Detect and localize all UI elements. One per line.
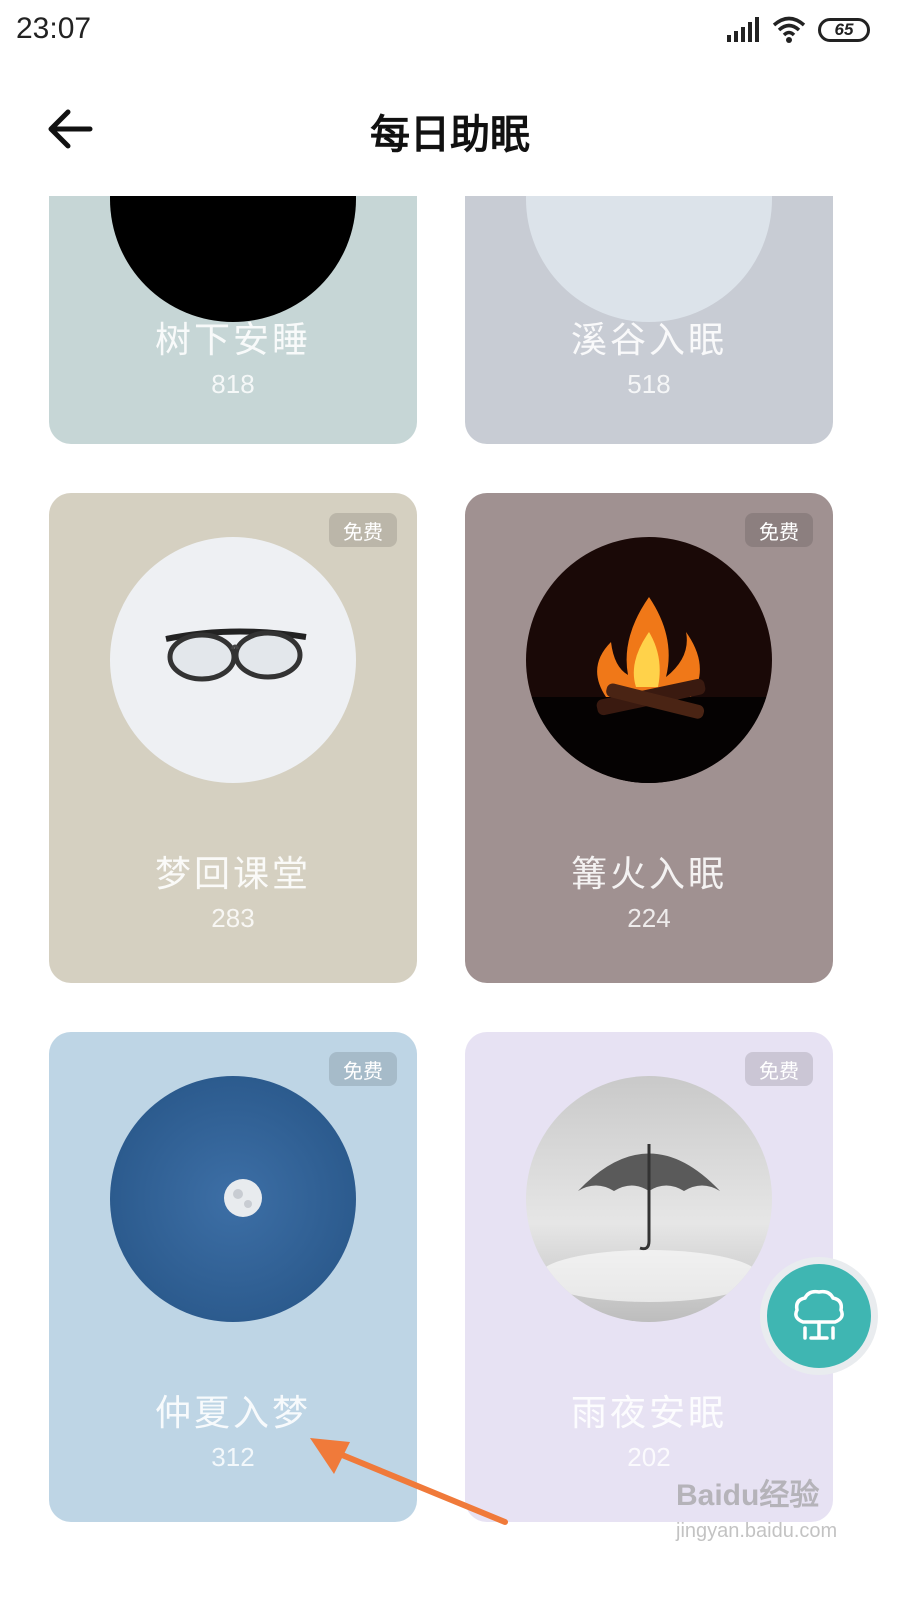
battery-icon: 65 [818, 18, 870, 42]
card-artwork [110, 537, 356, 783]
card-artwork [526, 196, 772, 322]
free-badge: 免费 [745, 513, 813, 547]
free-badge: 免费 [745, 1052, 813, 1086]
card-title: 雨夜安眠 [570, 1393, 727, 1434]
campfire-icon [526, 597, 772, 783]
fab-inner [767, 1264, 871, 1368]
free-badge: 免费 [329, 513, 397, 547]
floating-player-button[interactable] [760, 1257, 878, 1375]
sleep-sound-grid[interactable]: 树下安睡 818 溪谷入眠 518 免费 梦回课堂 283 免费 篝火入眠 22… [0, 196, 900, 1600]
sound-card[interactable]: 溪谷入眠 518 [465, 196, 833, 444]
card-title: 树下安睡 [154, 320, 311, 361]
play-count: 224 [627, 903, 671, 933]
status-bar: 23:07 65 [0, 0, 900, 62]
sound-card[interactable]: 树下安睡 818 [49, 196, 417, 444]
moon-icon [224, 1179, 262, 1217]
play-count: 818 [211, 369, 255, 399]
battery-level: 65 [834, 20, 854, 39]
umbrella-icon [539, 1144, 759, 1302]
play-count: 202 [627, 1442, 671, 1472]
page-title: 每日助眠 [370, 112, 530, 158]
wifi-icon [772, 16, 806, 43]
status-icons: 65 [726, 14, 870, 46]
card-artwork [110, 1076, 356, 1322]
card-title: 梦回课堂 [154, 854, 311, 895]
annotation-arrow-icon [310, 1438, 508, 1525]
tree-icon [794, 1289, 844, 1340]
play-count: 283 [211, 903, 255, 933]
card-title: 仲夏入梦 [154, 1393, 311, 1434]
watermark-url: jingyan.baidu.com [676, 1520, 838, 1542]
sound-card[interactable]: 免费 梦回课堂 283 [49, 493, 417, 983]
card-title: 溪谷入眠 [570, 320, 727, 361]
watermark-logo: Baidu经验 [676, 1479, 820, 1512]
free-badge: 免费 [329, 1052, 397, 1086]
glasses-icon [165, 628, 307, 682]
card-artwork [110, 196, 356, 322]
signal-icon [727, 17, 759, 42]
watermark: Baidu经验 jingyan.baidu.com [676, 1470, 838, 1550]
card-artwork [526, 1076, 772, 1322]
card-artwork [526, 537, 772, 783]
status-time: 23:07 [16, 12, 92, 45]
card-title: 篝火入眠 [570, 854, 727, 895]
app-header: 每日助眠 [0, 62, 900, 196]
play-count: 518 [627, 369, 671, 399]
sound-card[interactable]: 免费 篝火入眠 224 [465, 493, 833, 983]
